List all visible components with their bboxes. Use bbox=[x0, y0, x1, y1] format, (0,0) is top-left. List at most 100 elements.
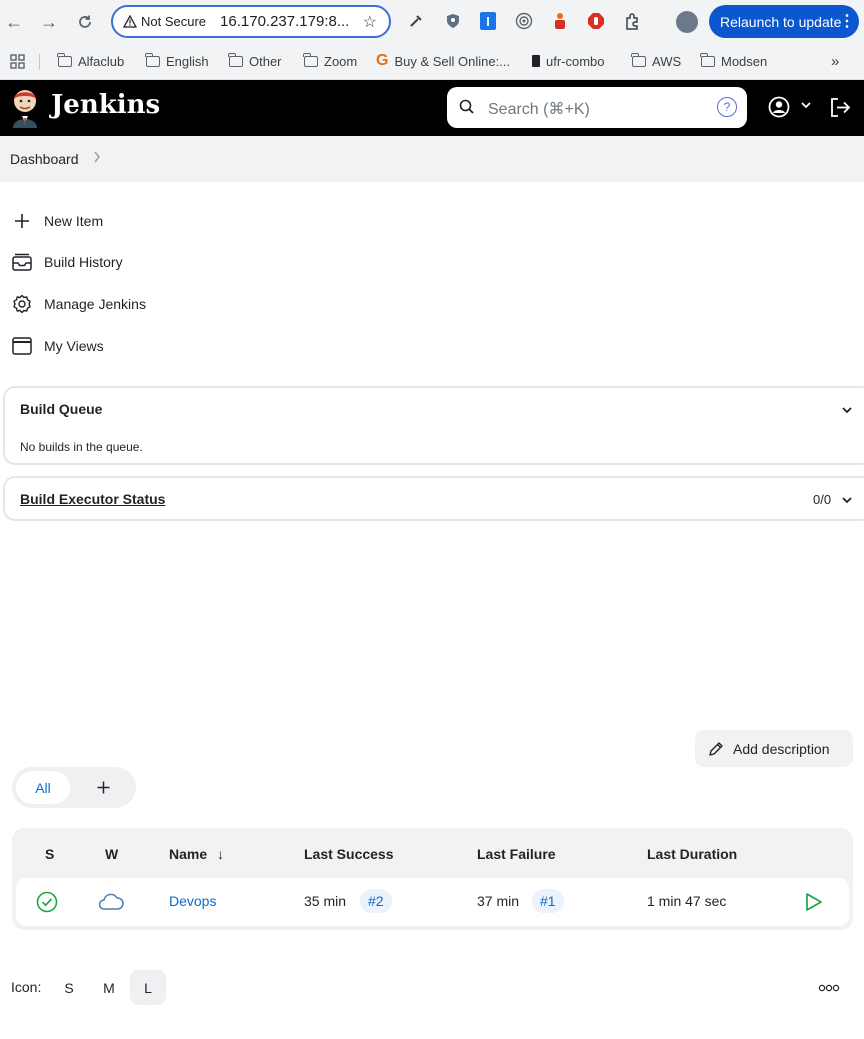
folder-icon bbox=[145, 52, 160, 67]
adblock-extension-icon[interactable] bbox=[586, 11, 606, 31]
icon-size-m-button[interactable]: M bbox=[91, 970, 127, 1005]
target-extension-icon[interactable] bbox=[514, 11, 534, 31]
relaunch-button[interactable]: Relaunch to update ⋮ bbox=[709, 5, 859, 38]
bookmark-label: ufr-combo bbox=[546, 53, 605, 69]
cloud-weather-icon bbox=[98, 893, 124, 910]
play-build-icon[interactable] bbox=[805, 892, 823, 912]
app-title[interactable]: Jenkins bbox=[51, 90, 160, 120]
site-icon: G bbox=[376, 52, 389, 69]
bookmark-buy-sell[interactable]: G Buy & Sell Online:... bbox=[376, 51, 510, 71]
column-header-last-failure[interactable]: Last Failure bbox=[477, 846, 556, 862]
build-queue-title[interactable]: Build Queue bbox=[20, 401, 102, 417]
add-description-button[interactable]: Add description bbox=[695, 730, 853, 767]
chevron-down-icon[interactable] bbox=[800, 100, 812, 110]
icon-size-l-button[interactable]: L bbox=[130, 970, 166, 1005]
warning-icon bbox=[123, 15, 137, 28]
bookmark-alfaclub[interactable]: Alfaclub bbox=[57, 51, 124, 71]
page-icon bbox=[532, 55, 540, 67]
puzzle-extensions-icon[interactable] bbox=[622, 11, 642, 31]
history-icon bbox=[11, 251, 33, 273]
success-status-icon bbox=[36, 891, 58, 913]
bookmark-star-icon[interactable]: ☆ bbox=[363, 12, 377, 32]
add-view-button[interactable] bbox=[92, 776, 114, 798]
bookmark-label: Modsen bbox=[721, 53, 768, 69]
column-header-weather[interactable]: W bbox=[105, 846, 118, 862]
chevron-down-icon[interactable] bbox=[841, 405, 853, 415]
last-success-build-link[interactable]: #2 bbox=[360, 889, 392, 913]
bookmark-ufr-combo[interactable]: ufr-combo bbox=[532, 51, 605, 71]
task-build-history[interactable]: Build History bbox=[11, 250, 123, 274]
task-label: Build History bbox=[44, 254, 123, 270]
eyedropper-icon[interactable] bbox=[406, 11, 426, 31]
bookmark-zoom[interactable]: Zoom bbox=[303, 51, 357, 71]
address-bar[interactable]: Not Secure 16.170.237.179:8... ☆ bbox=[111, 5, 391, 38]
text-extension-icon[interactable]: I bbox=[478, 11, 498, 31]
window-icon bbox=[11, 335, 33, 357]
url-text[interactable]: 16.170.237.179:8... bbox=[220, 13, 349, 30]
executor-status-link[interactable]: Build Executor Status bbox=[20, 491, 165, 507]
icon-size-s-button[interactable]: S bbox=[51, 970, 87, 1005]
search-box[interactable]: Search (⌘+K) ? bbox=[447, 87, 747, 128]
jobs-table: S W Name ↓ Last Success Last Failure Las… bbox=[12, 828, 853, 930]
not-secure-label: Not Secure bbox=[141, 14, 207, 29]
figure-extension-icon[interactable] bbox=[550, 11, 570, 31]
task-label: My Views bbox=[44, 338, 104, 354]
tab-all[interactable]: All bbox=[16, 771, 70, 804]
bookmark-english[interactable]: English bbox=[145, 51, 209, 71]
reload-icon[interactable] bbox=[73, 10, 97, 34]
folder-icon bbox=[57, 52, 72, 67]
task-new-item[interactable]: New Item bbox=[11, 209, 103, 233]
bookmark-other[interactable]: Other bbox=[228, 51, 282, 71]
job-link-devops[interactable]: Devops bbox=[169, 893, 216, 909]
task-my-views[interactable]: My Views bbox=[11, 334, 104, 358]
table-row: Devops 35 min #2 37 min #1 1 min 47 sec bbox=[16, 878, 849, 926]
bookmark-label: Buy & Sell Online:... bbox=[394, 53, 511, 69]
folder-icon bbox=[228, 52, 243, 67]
bookmarks-bar: Alfaclub English Other Zoom G Buy & Sell… bbox=[0, 44, 864, 80]
folder-icon bbox=[700, 52, 715, 67]
task-manage-jenkins[interactable]: Manage Jenkins bbox=[11, 292, 146, 316]
chevron-down-icon[interactable] bbox=[841, 495, 853, 505]
column-header-last-duration[interactable]: Last Duration bbox=[647, 846, 737, 862]
chevron-right-icon[interactable] bbox=[93, 150, 101, 166]
relaunch-label: Relaunch to update bbox=[720, 13, 842, 30]
pencil-icon bbox=[709, 741, 723, 756]
name-header-label: Name bbox=[169, 846, 208, 862]
forward-icon[interactable]: → bbox=[37, 10, 61, 34]
bookmarks-divider bbox=[39, 54, 40, 70]
shield-extension-icon[interactable] bbox=[443, 11, 463, 31]
bookmark-modsen[interactable]: Modsen bbox=[700, 51, 768, 71]
jenkins-logo-icon[interactable] bbox=[8, 86, 42, 128]
column-header-status[interactable]: S bbox=[45, 846, 54, 862]
jenkins-header: Jenkins Search (⌘+K) ? bbox=[0, 80, 864, 136]
plus-icon bbox=[11, 210, 33, 232]
executor-status-pane: Build Executor Status 0/0 bbox=[3, 476, 864, 521]
bookmark-label: English bbox=[166, 53, 209, 69]
bookmark-label: AWS bbox=[652, 53, 682, 69]
column-header-name[interactable]: Name ↓ bbox=[169, 846, 224, 862]
more-options-icon[interactable] bbox=[816, 976, 842, 1000]
not-secure-indicator[interactable]: Not Secure bbox=[123, 14, 206, 29]
user-icon[interactable] bbox=[768, 96, 790, 118]
last-failure-time: 37 min bbox=[477, 893, 520, 909]
breadcrumb-dashboard[interactable]: Dashboard bbox=[10, 151, 79, 167]
bookmark-label: Other bbox=[249, 53, 282, 69]
apps-grid-icon[interactable] bbox=[10, 51, 25, 71]
column-header-last-success[interactable]: Last Success bbox=[304, 846, 394, 862]
gear-icon bbox=[11, 293, 33, 315]
back-icon[interactable]: ← bbox=[2, 10, 26, 34]
browser-menu-icon[interactable]: ⋮ bbox=[839, 11, 855, 31]
last-failure-build-link[interactable]: #1 bbox=[532, 889, 564, 913]
help-icon[interactable]: ? bbox=[717, 97, 737, 117]
profile-avatar[interactable] bbox=[676, 11, 698, 33]
build-queue-empty-text: No builds in the queue. bbox=[20, 440, 143, 454]
bookmark-aws[interactable]: AWS bbox=[631, 51, 682, 71]
icon-size-label: Icon: bbox=[11, 979, 42, 995]
more-bookmarks-icon[interactable]: » bbox=[831, 51, 839, 71]
folder-icon bbox=[631, 52, 646, 67]
task-label: Manage Jenkins bbox=[44, 296, 146, 312]
plus-icon bbox=[97, 781, 109, 793]
logout-icon[interactable] bbox=[829, 97, 851, 118]
search-input[interactable]: Search (⌘+K) bbox=[488, 99, 590, 119]
breadcrumb: Dashboard bbox=[0, 136, 864, 182]
